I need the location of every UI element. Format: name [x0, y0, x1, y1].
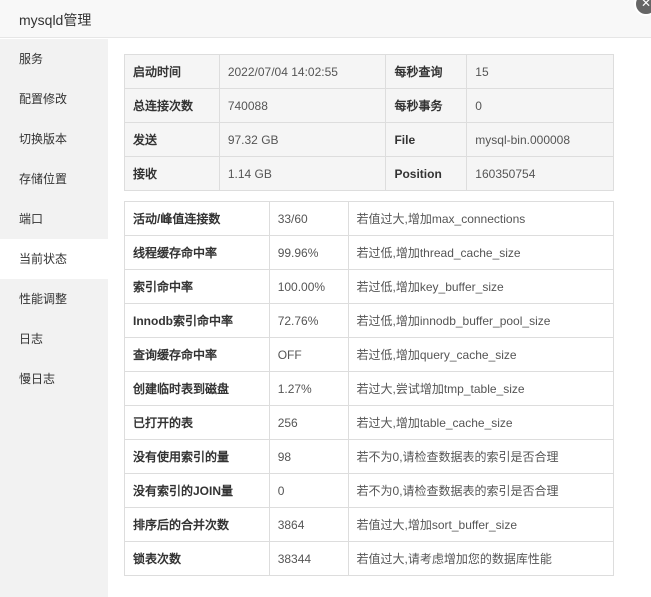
table-row: 创建临时表到磁盘 1.27% 若过大,尝试增加tmp_table_size [124, 371, 615, 406]
metric-name: 没有索引的JOIN量 [124, 473, 270, 508]
metric-value: 1.27% [268, 371, 349, 406]
sidebar: 服务 配置修改 切换版本 存储位置 端口 当前状态 性能调整 日志 慢日志 [0, 39, 108, 597]
summary-value: 1.14 GB [218, 156, 387, 191]
table-row: 已打开的表 256 若过大,增加table_cache_size [124, 405, 615, 440]
table-row: 排序后的合并次数 3864 若值过大,增加sort_buffer_size [124, 507, 615, 542]
metric-hint: 若不为0,请检查数据表的索引是否合理 [347, 439, 615, 474]
metric-hint: 若过低,增加query_cache_size [347, 337, 615, 372]
metric-hint: 若过大,尝试增加tmp_table_size [347, 371, 615, 406]
metric-value: OFF [268, 337, 349, 372]
table-row: 接收 1.14 GB Position 160350754 [124, 156, 614, 191]
summary-label: Position [385, 156, 468, 191]
sidebar-item-slow-log[interactable]: 慢日志 [0, 359, 108, 399]
table-row: 锁表次数 38344 若值过大,请考虑增加您的数据库性能 [124, 541, 615, 576]
metric-hint: 若过低,增加innodb_buffer_pool_size [347, 303, 615, 338]
summary-value: 0 [466, 88, 614, 123]
summary-label: 每秒查询 [385, 54, 468, 89]
sidebar-item-storage[interactable]: 存储位置 [0, 159, 108, 199]
metric-value: 99.96% [268, 235, 349, 270]
metrics-table: 活动/峰值连接数 33/60 若值过大,增加max_connections 线程… [124, 201, 615, 576]
metric-name: Innodb索引命中率 [124, 303, 270, 338]
metric-value: 0 [268, 473, 349, 508]
metric-value: 100.00% [268, 269, 349, 304]
metric-name: 没有使用索引的量 [124, 439, 270, 474]
metric-hint: 若值过大,增加max_connections [347, 201, 615, 236]
summary-label: 接收 [124, 156, 220, 191]
summary-label: 发送 [124, 122, 220, 157]
metric-value: 33/60 [268, 201, 349, 236]
metric-hint: 若值过大,增加sort_buffer_size [347, 507, 615, 542]
metric-value: 256 [268, 405, 349, 440]
table-row: 线程缓存命中率 99.96% 若过低,增加thread_cache_size [124, 235, 615, 270]
table-row: 启动时间 2022/07/04 14:02:55 每秒查询 15 [124, 54, 614, 89]
metric-name: 锁表次数 [124, 541, 270, 576]
metric-name: 创建临时表到磁盘 [124, 371, 270, 406]
table-row: 总连接次数 740088 每秒事务 0 [124, 88, 614, 123]
title-bar: mysqld管理 [0, 0, 651, 38]
summary-value: 2022/07/04 14:02:55 [218, 54, 387, 89]
sidebar-item-status[interactable]: 当前状态 [0, 239, 108, 279]
table-row: 活动/峰值连接数 33/60 若值过大,增加max_connections [124, 201, 615, 236]
metric-value: 3864 [268, 507, 349, 542]
sidebar-item-service[interactable]: 服务 [0, 39, 108, 79]
sidebar-item-config[interactable]: 配置修改 [0, 79, 108, 119]
window-title: mysqld管理 [19, 12, 92, 28]
sidebar-item-switch-version[interactable]: 切换版本 [0, 119, 108, 159]
summary-value: 740088 [218, 88, 387, 123]
summary-value: 160350754 [466, 156, 614, 191]
summary-label: 总连接次数 [124, 88, 220, 123]
summary-value: mysql-bin.000008 [466, 122, 614, 157]
summary-label: File [385, 122, 468, 157]
metric-name: 线程缓存命中率 [124, 235, 270, 270]
sidebar-item-performance[interactable]: 性能调整 [0, 279, 108, 319]
metric-name: 查询缓存命中率 [124, 337, 270, 372]
summary-table: 启动时间 2022/07/04 14:02:55 每秒查询 15 总连接次数 7… [124, 54, 614, 191]
metric-value: 98 [268, 439, 349, 474]
metric-hint: 若过低,增加key_buffer_size [347, 269, 615, 304]
metric-hint: 若值过大,请考虑增加您的数据库性能 [347, 541, 615, 576]
metric-name: 活动/峰值连接数 [124, 201, 270, 236]
metric-name: 已打开的表 [124, 405, 270, 440]
table-row: 发送 97.32 GB File mysql-bin.000008 [124, 122, 614, 157]
summary-label: 启动时间 [124, 54, 220, 89]
metric-name: 排序后的合并次数 [124, 507, 270, 542]
metric-value: 72.76% [268, 303, 349, 338]
table-row: 查询缓存命中率 OFF 若过低,增加query_cache_size [124, 337, 615, 372]
sidebar-item-log[interactable]: 日志 [0, 319, 108, 359]
table-row: Innodb索引命中率 72.76% 若过低,增加innodb_buffer_p… [124, 303, 615, 338]
table-row: 没有使用索引的量 98 若不为0,请检查数据表的索引是否合理 [124, 439, 615, 474]
metric-hint: 若不为0,请检查数据表的索引是否合理 [347, 473, 615, 508]
metric-hint: 若过大,增加table_cache_size [347, 405, 615, 440]
table-row: 没有索引的JOIN量 0 若不为0,请检查数据表的索引是否合理 [124, 473, 615, 508]
summary-value: 15 [466, 54, 614, 89]
metric-hint: 若过低,增加thread_cache_size [347, 235, 615, 270]
summary-label: 每秒事务 [385, 88, 468, 123]
summary-value: 97.32 GB [218, 122, 387, 157]
status-panel: 启动时间 2022/07/04 14:02:55 每秒查询 15 总连接次数 7… [108, 39, 651, 597]
metric-name: 索引命中率 [124, 269, 270, 304]
table-row: 索引命中率 100.00% 若过低,增加key_buffer_size [124, 269, 615, 304]
sidebar-item-port[interactable]: 端口 [0, 199, 108, 239]
metric-value: 38344 [268, 541, 349, 576]
